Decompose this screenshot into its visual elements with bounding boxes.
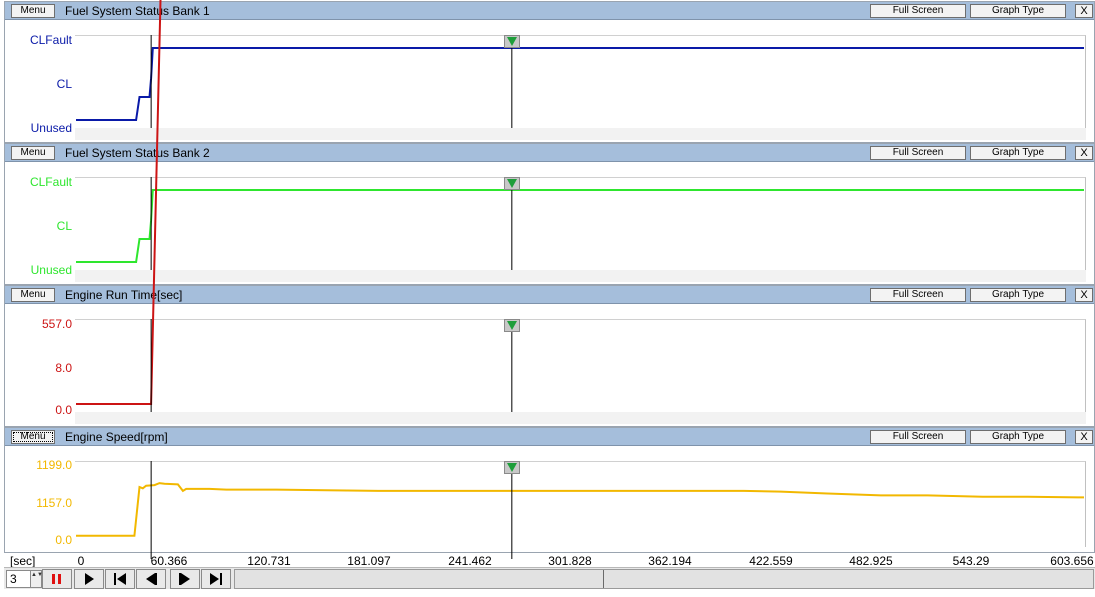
- menu-button[interactable]: Menu: [11, 430, 55, 444]
- series-line: [76, 47, 1084, 121]
- x-tick: 422.559: [749, 554, 793, 568]
- playback-speed-value: 3: [10, 572, 17, 586]
- y-label-bottom: 0.0: [55, 533, 72, 547]
- close-button[interactable]: X: [1075, 146, 1093, 160]
- graph-type-button[interactable]: Graph Type: [970, 288, 1066, 302]
- plot-area[interactable]: [75, 461, 1086, 559]
- plot-floor: [75, 270, 1086, 282]
- close-button[interactable]: X: [1075, 288, 1093, 302]
- timeline-slider[interactable]: [234, 569, 1094, 589]
- panel-titlebar: Menu Engine Run Time[sec] Full Screen Gr…: [5, 286, 1094, 304]
- step-forward-icon: [179, 573, 190, 585]
- plot-area[interactable]: [75, 0, 1086, 424]
- step-forward-button[interactable]: [170, 569, 200, 589]
- cursor-arrow-icon: [506, 179, 517, 188]
- panel-title: Engine Run Time[sec]: [65, 288, 183, 302]
- y-label-bottom: Unused: [30, 121, 72, 135]
- playback-toolbar: 3 ▲▼: [4, 567, 1095, 589]
- jump-to-start-button[interactable]: [105, 569, 135, 589]
- plot-area[interactable]: [75, 177, 1086, 282]
- x-axis-unit: [sec]: [10, 554, 36, 568]
- close-button[interactable]: X: [1075, 4, 1093, 18]
- chart-svg: [76, 461, 1084, 559]
- plot-floor: [75, 412, 1086, 424]
- y-label-bottom: Unused: [30, 263, 72, 277]
- close-button[interactable]: X: [1075, 430, 1093, 444]
- pause-icon: [52, 574, 61, 584]
- y-label-mid: CL: [56, 219, 72, 233]
- menu-button[interactable]: Menu: [11, 288, 55, 302]
- full-screen-button[interactable]: Full Screen: [870, 146, 966, 160]
- chart-svg: [76, 177, 1084, 282]
- cursor-marker[interactable]: [503, 461, 520, 474]
- graph-panel-fuel-bank-1: Menu Fuel System Status Bank 1 Full Scre…: [4, 1, 1095, 143]
- spinner-arrows-icon[interactable]: ▲▼: [30, 571, 43, 587]
- x-tick: 301.828: [548, 554, 592, 568]
- play-button[interactable]: [74, 569, 104, 589]
- graph-type-button[interactable]: Graph Type: [970, 430, 1066, 444]
- graph-panel-engine-speed: Menu Engine Speed[rpm] Full Screen Graph…: [4, 427, 1095, 559]
- panel-title: Fuel System Status Bank 2: [65, 146, 210, 160]
- panel-titlebar: Menu Fuel System Status Bank 1 Full Scre…: [5, 2, 1094, 20]
- pause-button[interactable]: [42, 569, 72, 589]
- skip-to-start-icon: [114, 573, 126, 585]
- series-line: [76, 189, 1084, 263]
- x-tick: 603.656: [1050, 554, 1094, 568]
- series-line: [76, 482, 1084, 537]
- play-icon: [85, 573, 94, 585]
- cursor-marker[interactable]: [503, 35, 520, 48]
- menu-button[interactable]: Menu: [11, 4, 55, 18]
- y-label-top: CLFault: [29, 175, 72, 189]
- timeline-slider-thumb[interactable]: [603, 570, 604, 588]
- menu-button[interactable]: Menu: [11, 146, 55, 160]
- plot-floor: [75, 128, 1086, 140]
- panel-titlebar: Menu Fuel System Status Bank 2 Full Scre…: [5, 144, 1094, 162]
- x-tick: 543.29: [952, 554, 990, 568]
- x-tick: 181.097: [347, 554, 391, 568]
- x-tick: 482.925: [849, 554, 893, 568]
- full-screen-button[interactable]: Full Screen: [870, 288, 966, 302]
- cursor-marker[interactable]: [503, 177, 520, 190]
- graph-type-button[interactable]: Graph Type: [970, 146, 1066, 160]
- step-back-button[interactable]: [136, 569, 166, 589]
- step-back-icon: [146, 573, 157, 585]
- panel-titlebar: Menu Engine Speed[rpm] Full Screen Graph…: [5, 428, 1094, 446]
- graph-panel-engine-run-time: Menu Engine Run Time[sec] Full Screen Gr…: [4, 0, 1095, 427]
- playback-speed-spinner[interactable]: 3 ▲▼: [6, 570, 43, 588]
- graph-type-button[interactable]: Graph Type: [970, 4, 1066, 18]
- cursor-marker[interactable]: [503, 319, 520, 332]
- graph-panel-fuel-bank-2: Menu Fuel System Status Bank 2 Full Scre…: [4, 143, 1095, 285]
- x-tick: 60.366: [150, 554, 188, 568]
- x-tick: 241.462: [448, 554, 492, 568]
- x-tick: 0: [77, 554, 85, 568]
- full-screen-button[interactable]: Full Screen: [870, 430, 966, 444]
- chart-svg: [76, 0, 513, 424]
- full-screen-button[interactable]: Full Screen: [870, 4, 966, 18]
- y-label-mid: 8.0: [55, 361, 72, 375]
- x-tick: 362.194: [648, 554, 692, 568]
- y-label-bottom: 0.0: [55, 403, 72, 417]
- panel-title: Engine Speed[rpm]: [65, 430, 168, 444]
- y-label-top: 557.0: [41, 317, 72, 331]
- x-axis: [sec] 0 60.366 120.731 181.097 241.462 3…: [4, 553, 1095, 568]
- skip-to-end-icon: [210, 573, 222, 585]
- cursor-arrow-icon: [506, 321, 517, 330]
- cursor-arrow-icon: [506, 37, 517, 46]
- y-label-mid: 1157.0: [36, 496, 72, 510]
- y-label-mid: CL: [56, 77, 72, 91]
- panel-title: Fuel System Status Bank 1: [65, 4, 210, 18]
- y-label-top: 1199.0: [36, 458, 72, 472]
- cursor-arrow-icon: [506, 463, 517, 472]
- plot-area[interactable]: [75, 35, 1086, 140]
- jump-to-end-button[interactable]: [201, 569, 231, 589]
- y-label-top: CLFault: [29, 33, 72, 47]
- chart-svg: [76, 35, 1084, 140]
- x-tick: 120.731: [247, 554, 291, 568]
